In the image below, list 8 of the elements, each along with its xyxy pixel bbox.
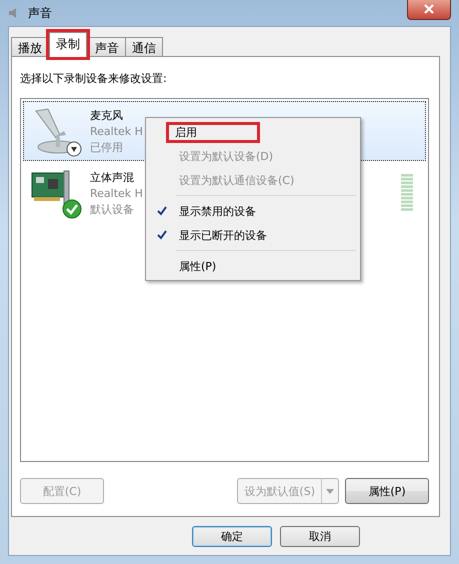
window-title: 声音 <box>28 4 52 22</box>
device-name: 麦克风 <box>90 108 124 122</box>
instruction-text: 选择以下录制设备来修改设置: <box>20 71 168 86</box>
device-driver: Realtek H <box>90 186 143 200</box>
device-status: 默认设备 <box>90 202 135 216</box>
device-status: 已停用 <box>90 140 124 154</box>
device-driver: Realtek H <box>90 124 143 138</box>
device-name: 立体声混 <box>90 170 135 184</box>
